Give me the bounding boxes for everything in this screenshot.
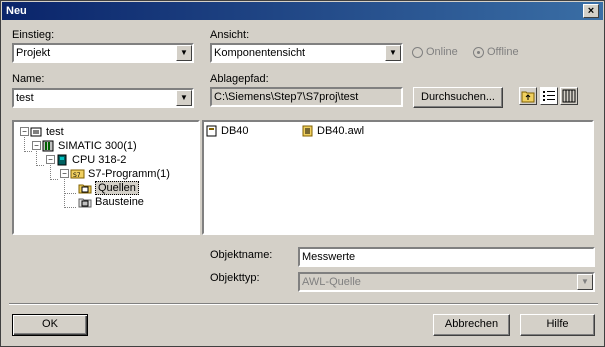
tree-item-station[interactable]: SIMATIC 300(1) — [42, 139, 137, 153]
details-view-button[interactable] — [560, 87, 578, 105]
file-label: DB40 — [221, 125, 249, 137]
ablagepfad-value: C:\Siemens\Step7\S7proj\test — [214, 91, 359, 103]
project-icon — [30, 127, 42, 137]
close-button[interactable]: × — [583, 4, 599, 18]
file-list[interactable]: DB40 DB40.awl — [202, 120, 594, 235]
tree-item-blocks[interactable]: Bausteine — [78, 195, 144, 209]
chevron-down-icon[interactable]: ▼ — [385, 45, 401, 61]
up-folder-button[interactable] — [519, 87, 537, 105]
title-bar: Neu × — [2, 2, 603, 20]
svg-text:S7: S7 — [73, 172, 81, 179]
expander-icon[interactable]: − — [46, 155, 55, 164]
objekttyp-label: Objekttyp: — [210, 272, 260, 284]
blocks-folder-icon — [78, 198, 92, 208]
folder-up-icon — [521, 91, 535, 103]
offline-label: Offline — [487, 46, 519, 58]
tree-label: CPU 318-2 — [72, 154, 127, 166]
file-item-db40[interactable]: DB40 — [206, 124, 249, 138]
station-icon — [42, 140, 54, 152]
tree-item-s7-program[interactable]: S7 S7-Programm(1) — [70, 167, 170, 181]
tree-label: Quellen — [95, 181, 139, 195]
tree-label: S7-Programm(1) — [88, 168, 170, 180]
objektname-value: Messwerte — [302, 251, 356, 263]
file-label: DB40.awl — [317, 125, 365, 137]
einstieg-select[interactable]: Projekt ▼ — [12, 43, 194, 63]
cancel-button[interactable]: Abbrechen — [433, 314, 510, 336]
db-icon — [206, 125, 217, 137]
window-title: Neu — [6, 5, 27, 17]
tree-label: test — [46, 126, 64, 138]
close-icon: × — [587, 5, 595, 17]
awl-file-icon — [302, 125, 313, 137]
offline-radio[interactable] — [473, 47, 484, 58]
chevron-down-icon[interactable]: ▼ — [176, 45, 192, 61]
objekttyp-value: AWL-Quelle — [302, 276, 361, 288]
ablagepfad-field: C:\Siemens\Step7\S7proj\test — [210, 87, 403, 107]
dialog-window: Neu × Einstieg: Projekt ▼ Ansicht: Kompo… — [0, 0, 605, 347]
online-radio[interactable] — [412, 47, 423, 58]
project-tree[interactable]: − − − − test SIMATIC 300(1) CPU 318-2 S7… — [12, 120, 200, 235]
chevron-down-icon[interactable]: ▼ — [176, 90, 192, 106]
divider — [9, 303, 598, 305]
name-value: test — [16, 92, 34, 104]
ansicht-value: Komponentensicht — [214, 47, 306, 59]
browse-button[interactable]: Durchsuchen... — [413, 87, 503, 108]
chevron-down-icon[interactable]: ▼ — [577, 274, 593, 290]
s7-program-icon: S7 — [70, 169, 85, 179]
list-view-button[interactable] — [540, 87, 558, 105]
tree-item-project[interactable]: test — [30, 125, 64, 139]
tree-label: Bausteine — [95, 196, 144, 208]
ansicht-select[interactable]: Komponentensicht ▼ — [210, 43, 403, 63]
tree-item-cpu[interactable]: CPU 318-2 — [56, 153, 126, 167]
help-button[interactable]: Hilfe — [520, 314, 595, 336]
name-label: Name: — [12, 73, 45, 85]
ansicht-label: Ansicht: — [210, 29, 250, 41]
expander-icon[interactable]: − — [20, 127, 29, 136]
objektname-label: Objektname: — [210, 249, 273, 261]
ablagepfad-label: Ablagepfad: — [210, 73, 269, 85]
list-view-icon — [543, 91, 555, 101]
online-label: Online — [426, 46, 458, 58]
objektname-input[interactable]: Messwerte — [298, 247, 595, 267]
expander-icon[interactable]: − — [60, 169, 69, 178]
ok-button[interactable]: OK — [12, 314, 88, 336]
tree-item-sources[interactable]: Quellen — [78, 181, 139, 195]
einstieg-label: Einstieg: — [12, 29, 55, 41]
tree-label: SIMATIC 300(1) — [58, 140, 137, 152]
file-item-db40-awl[interactable]: DB40.awl — [302, 124, 364, 138]
objekttyp-select[interactable]: AWL-Quelle ▼ — [298, 272, 595, 292]
expander-icon[interactable]: − — [32, 141, 41, 150]
name-input[interactable]: test ▼ — [12, 88, 194, 108]
details-view-icon — [562, 89, 576, 103]
sources-folder-icon — [78, 184, 92, 194]
cpu-icon — [57, 154, 67, 166]
einstieg-value: Projekt — [16, 47, 51, 59]
